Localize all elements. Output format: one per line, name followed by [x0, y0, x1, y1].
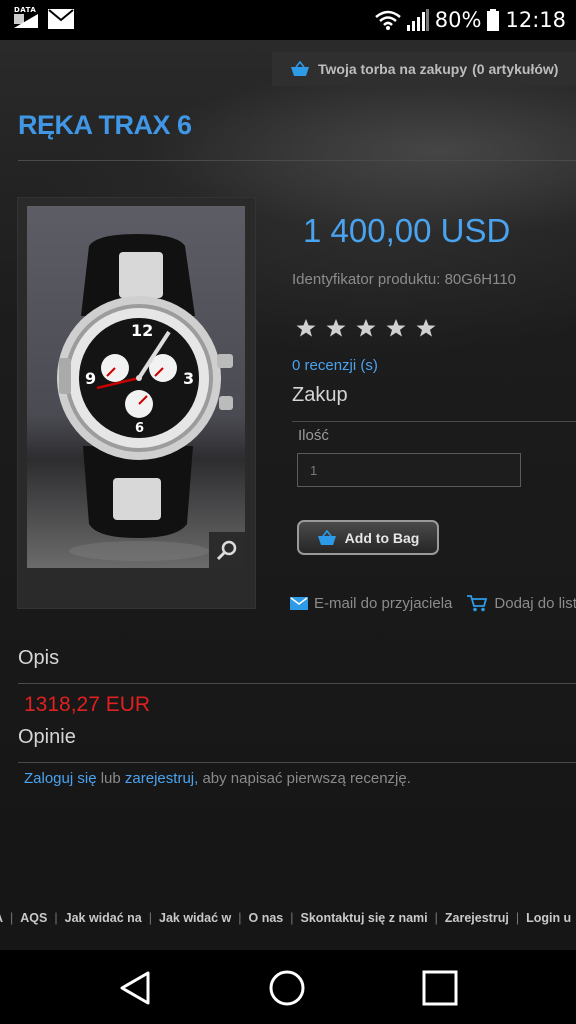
- footer-link[interactable]: Skontaktuj się z nami: [301, 911, 428, 925]
- footer-link[interactable]: Jak widać w: [159, 911, 231, 925]
- or-text: lub: [100, 770, 121, 787]
- footer: A|AQS|Jak widać na|Jak widać w|O nas|Sko…: [0, 868, 576, 950]
- quantity-label: Ilość: [298, 427, 329, 444]
- email-friend-label: E-mail do przyjaciela: [314, 594, 453, 612]
- description-heading: Opis: [18, 647, 60, 669]
- footer-link[interactable]: AQS: [20, 911, 47, 925]
- back-icon: [120, 971, 150, 1005]
- svg-text:12: 12: [131, 321, 153, 340]
- product-image-box: 12 9 3 6: [18, 198, 255, 608]
- add-to-list-label: Dodaj do listy: [494, 594, 576, 612]
- cart-icon: [467, 595, 488, 612]
- divider: [18, 160, 576, 161]
- footer-link[interactable]: Login u: [526, 911, 571, 925]
- cart-summary[interactable]: Twoja torba na zakupy (0 artykułów): [272, 52, 576, 86]
- product-image[interactable]: 12 9 3 6: [27, 206, 245, 568]
- svg-text:9: 9: [85, 369, 96, 388]
- cart-count: (0 artykułów): [472, 61, 559, 77]
- home-icon: [269, 970, 305, 1006]
- product-actions: E-mail do przyjaciela Dodaj do listy: [290, 594, 576, 612]
- navigation-bar: [0, 950, 576, 1024]
- footer-link[interactable]: Jak widać na: [65, 911, 142, 925]
- prompt-rest: aby napisać pierwszą recenzję.: [202, 770, 411, 787]
- divider: [18, 683, 576, 684]
- reviews-link[interactable]: 0 recenzji (s): [292, 357, 378, 374]
- envelope-icon: [290, 596, 308, 610]
- star-icon: [296, 319, 316, 337]
- wifi-icon: [374, 10, 401, 30]
- price-eur: 1318,27 EUR: [24, 693, 151, 716]
- product-price: 1 400,00 USD: [303, 212, 511, 249]
- register-link[interactable]: zarejestruj,: [125, 770, 198, 787]
- opinions-heading: Opinie: [18, 726, 76, 748]
- recents-button[interactable]: [420, 968, 460, 1008]
- add-to-list-link[interactable]: Dodaj do listy: [466, 594, 576, 612]
- basket-icon: [291, 61, 309, 76]
- mail-icon: [48, 9, 74, 29]
- page-content: Twoja torba na zakupy (0 artykułów) RĘKA…: [0, 40, 576, 868]
- add-to-bag-button[interactable]: Add to Bag: [297, 520, 439, 555]
- star-icon: [326, 319, 346, 337]
- status-bar: DATA 80% 12:18: [0, 0, 576, 40]
- magnifier-icon: [216, 540, 237, 561]
- star-icon: [386, 319, 406, 337]
- recents-icon: [422, 970, 458, 1006]
- divider: [292, 421, 576, 422]
- battery-icon: [487, 9, 500, 31]
- product-sku: Identyfikator produktu: 80G6H110: [292, 271, 517, 288]
- svg-text:6: 6: [135, 421, 144, 436]
- add-to-bag-label: Add to Bag: [344, 529, 420, 546]
- quantity-input[interactable]: [297, 453, 521, 487]
- data-indicator-icon: DATA: [14, 6, 40, 30]
- footer-link[interactable]: O nas: [249, 911, 284, 925]
- star-icon: [416, 319, 436, 337]
- divider: [18, 762, 576, 763]
- svg-text:3: 3: [183, 369, 194, 388]
- zoom-button[interactable]: [209, 532, 245, 568]
- home-button[interactable]: [267, 968, 307, 1008]
- star-icon: [356, 319, 376, 337]
- basket-icon: [317, 529, 336, 545]
- purchase-heading: Zakup: [292, 384, 348, 406]
- product-title: RĘKA TRAX 6: [18, 110, 192, 140]
- footer-link[interactable]: Zarejestruj: [445, 911, 509, 925]
- login-link[interactable]: Zaloguj się: [24, 770, 97, 787]
- footer-link[interactable]: A: [0, 911, 3, 925]
- watch-image: 12 9 3 6: [57, 234, 233, 561]
- back-button[interactable]: [115, 968, 155, 1008]
- footer-links: A|AQS|Jak widać na|Jak widać w|O nas|Sko…: [0, 911, 571, 925]
- email-friend-link[interactable]: E-mail do przyjaciela: [290, 594, 452, 612]
- cart-label: Twoja torba na zakupy: [318, 61, 468, 77]
- signal-icon: [406, 9, 429, 31]
- rating-stars[interactable]: [296, 318, 436, 338]
- battery-percent: 80%: [434, 8, 482, 32]
- review-login-prompt: Zaloguj się lub zarejestruj, aby napisać…: [24, 770, 411, 787]
- clock: 12:18: [505, 8, 566, 32]
